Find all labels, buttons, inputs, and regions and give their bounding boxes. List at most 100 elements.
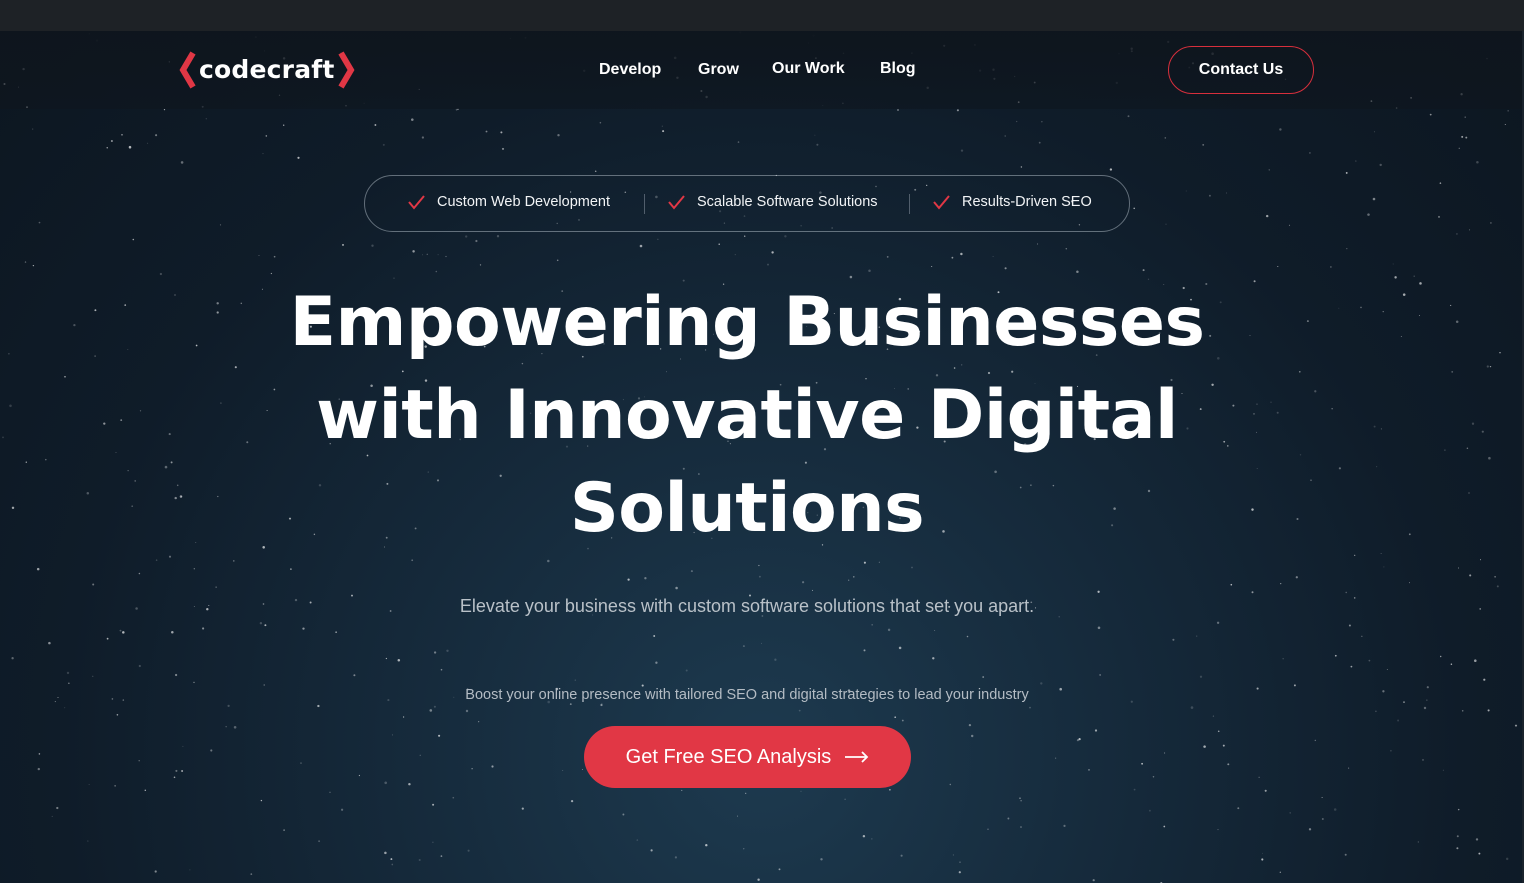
star [1486, 365, 1489, 368]
star [557, 134, 560, 137]
star [1458, 147, 1460, 149]
star [570, 799, 574, 803]
star [426, 253, 428, 255]
star [1373, 425, 1376, 428]
star [1488, 456, 1491, 460]
star [164, 465, 168, 469]
star [263, 684, 265, 686]
star [1382, 690, 1385, 693]
star [471, 768, 473, 770]
star [639, 244, 643, 248]
star [1065, 248, 1068, 250]
cta-label: Get Free SEO Analysis [625, 745, 832, 768]
star [820, 858, 823, 861]
star [1041, 121, 1043, 123]
contact-us-button[interactable]: Contact Us [1168, 46, 1314, 94]
logo-right-bracket-icon [337, 51, 354, 89]
star [655, 661, 658, 664]
star [446, 649, 449, 652]
star [562, 769, 564, 771]
star [1334, 654, 1337, 657]
star [264, 624, 267, 627]
nav-blog[interactable]: Blog [880, 60, 916, 78]
star [1172, 638, 1175, 641]
star [812, 589, 813, 591]
star [103, 422, 106, 425]
star [1474, 659, 1477, 662]
star [106, 147, 108, 149]
nav-develop[interactable]: Develop [599, 61, 661, 79]
feature-label: Scalable Software Solutions [697, 194, 878, 210]
star [1256, 431, 1257, 433]
star [119, 629, 122, 632]
star [1310, 479, 1312, 482]
star [1141, 762, 1143, 765]
star [440, 855, 443, 857]
star [270, 272, 273, 275]
star [1476, 161, 1479, 164]
star [848, 579, 850, 581]
logo[interactable]: codecraft [178, 50, 356, 90]
star [402, 716, 405, 718]
star [800, 790, 802, 792]
star [208, 605, 210, 606]
star [1020, 826, 1022, 828]
star [1330, 266, 1332, 268]
star [1496, 585, 1499, 588]
star [412, 250, 415, 253]
star [958, 871, 961, 874]
star [1386, 669, 1388, 671]
star [56, 806, 59, 810]
star [1380, 552, 1382, 554]
get-free-seo-analysis-button[interactable]: Get Free SEO Analysis [584, 726, 911, 788]
star [1276, 411, 1279, 414]
star [1438, 215, 1440, 218]
star [1196, 635, 1198, 637]
star [1293, 684, 1296, 687]
star [233, 560, 235, 562]
star [1373, 131, 1376, 133]
star [180, 161, 184, 164]
star [1345, 171, 1348, 174]
star [1375, 710, 1377, 713]
star [1165, 223, 1167, 225]
star [246, 441, 249, 444]
page-bottom-edge [0, 883, 1524, 888]
star [1217, 730, 1220, 733]
star [1418, 315, 1420, 317]
star [182, 745, 184, 747]
star [168, 433, 171, 436]
star [784, 235, 787, 238]
star [737, 141, 740, 143]
star [952, 854, 954, 856]
star [2, 436, 4, 439]
star [862, 834, 866, 838]
star [467, 849, 470, 852]
star [1185, 190, 1187, 192]
star [122, 699, 125, 701]
star [547, 559, 550, 563]
star [1216, 621, 1220, 624]
nav-our-work[interactable]: Our Work [772, 60, 845, 78]
star [283, 124, 285, 126]
star [154, 870, 157, 873]
star [440, 668, 443, 671]
star [863, 649, 866, 652]
star [1256, 403, 1258, 405]
star [138, 664, 141, 668]
star [485, 130, 488, 133]
star [1020, 166, 1023, 168]
star [1076, 270, 1079, 274]
star [1380, 428, 1382, 430]
star [121, 134, 123, 136]
star [1063, 824, 1066, 827]
star [397, 658, 401, 662]
star [802, 581, 805, 584]
star [342, 243, 344, 246]
star [340, 808, 344, 811]
hero-tagline: Boost your online presence with tailored… [465, 687, 1029, 703]
star [1417, 841, 1419, 843]
star [87, 840, 89, 842]
nav-grow[interactable]: Grow [698, 61, 739, 79]
star [1450, 304, 1452, 306]
